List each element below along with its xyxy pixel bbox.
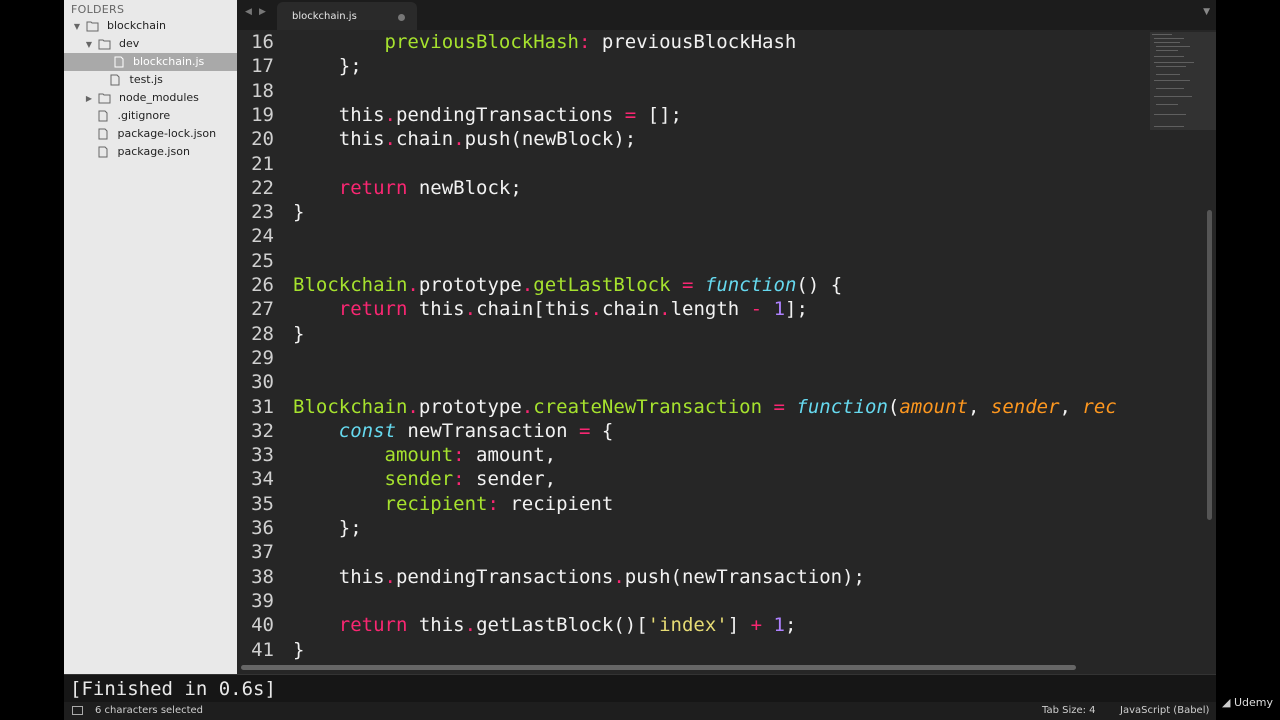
line-number: 39	[251, 589, 274, 612]
editor-window: FOLDERS ▼ blockchain ▼ dev blockchain.js…	[64, 0, 1216, 720]
line-number: 32	[251, 419, 274, 442]
tab-dropdown-icon[interactable]: ▼	[1203, 7, 1210, 17]
tree-item-label: blockchain	[107, 19, 166, 32]
tree-file-blockchain-js[interactable]: blockchain.js	[64, 53, 237, 71]
line-number: 18	[251, 79, 274, 102]
tree-item-label: blockchain.js	[133, 55, 205, 68]
line-number: 25	[251, 249, 274, 272]
tab-blockchain-js[interactable]: blockchain.js	[277, 2, 417, 30]
line-number: 40	[251, 614, 274, 637]
tab-bar: ◀ ▶ blockchain.js ▼	[237, 0, 1216, 30]
code-line[interactable]: const newTransaction = {	[293, 420, 614, 442]
build-output-panel: [Finished in 0.6s]	[64, 674, 1216, 703]
line-number: 24	[251, 225, 274, 248]
watermark-text: Udemy	[1233, 696, 1273, 709]
file-icon	[108, 74, 122, 86]
status-bar: 6 characters selected Tab Size: 4 JavaSc…	[64, 702, 1216, 720]
code-line[interactable]: previousBlockHash: previousBlockHash	[293, 31, 797, 53]
file-icon	[96, 128, 110, 140]
horizontal-scrollbar[interactable]	[241, 665, 1076, 670]
file-icon	[96, 146, 110, 158]
line-number: 41	[251, 638, 274, 661]
udemy-logo-icon: ◢	[1222, 696, 1231, 709]
code-line[interactable]: Blockchain.prototype.createNewTransactio…	[293, 396, 1117, 418]
unsaved-dot-icon[interactable]	[398, 14, 405, 21]
code-line[interactable]: Blockchain.prototype.getLastBlock = func…	[293, 274, 842, 296]
tree-item-label: dev	[119, 37, 140, 50]
minimap-preview	[1150, 32, 1216, 130]
sidebar-header: FOLDERS	[71, 3, 125, 16]
chevron-down-icon[interactable]: ▼	[84, 36, 94, 54]
nav-forward-icon[interactable]: ▶	[259, 7, 266, 17]
line-number: 23	[251, 201, 274, 224]
folder-open-icon	[86, 20, 100, 32]
code-editor[interactable]: 16 17 18 19 20 21 22 23 24 25 26 27 28 29 30 31 32 33 34 35…	[237, 30, 1216, 674]
tree-file-test-js[interactable]: test.js	[108, 71, 163, 89]
chevron-right-icon[interactable]: ▶	[84, 90, 94, 108]
line-number: 36	[251, 517, 274, 539]
code-line[interactable]: this.pendingTransactions.push(newTransac…	[293, 566, 865, 588]
line-number: 17	[251, 55, 274, 78]
line-number: 33	[251, 444, 274, 467]
tree-folder-blockchain[interactable]: ▼ blockchain	[72, 17, 166, 35]
code-line[interactable]: }	[293, 323, 304, 345]
panel-toggle-icon[interactable]	[72, 705, 83, 715]
udemy-watermark: ◢ Udemy	[1222, 696, 1273, 709]
folder-open-icon	[98, 38, 112, 50]
nav-back-icon[interactable]: ◀	[245, 7, 252, 17]
selection-count: 6 characters selected	[95, 705, 204, 716]
code-line[interactable]: };	[293, 517, 362, 539]
tree-file-package-json[interactable]: package.json	[96, 143, 190, 161]
tree-item-label: test.js	[129, 73, 163, 86]
tree-folder-node-modules[interactable]: ▶ node_modules	[84, 89, 199, 107]
line-number: 34	[251, 468, 274, 491]
build-output-text: [Finished in 0.6s]	[70, 678, 276, 700]
line-number: 29	[251, 346, 274, 369]
status-selection: 6 characters selected	[72, 702, 203, 720]
file-icon	[112, 56, 126, 68]
code-line[interactable]: this.pendingTransactions = [];	[293, 104, 682, 126]
code-line[interactable]: this.chain.push(newBlock);	[293, 128, 636, 150]
file-icon	[96, 110, 110, 122]
code-line[interactable]: return this.chain[this.chain.length - 1]…	[293, 298, 808, 320]
tree-item-label: package.json	[117, 145, 190, 158]
line-number: 26	[251, 274, 274, 296]
code-line[interactable]: return this.getLastBlock()['index'] + 1;	[293, 614, 797, 636]
tree-folder-dev[interactable]: ▼ dev	[84, 35, 139, 53]
line-number: 22	[251, 176, 274, 199]
syntax-indicator[interactable]: JavaScript (Babel)	[1120, 702, 1209, 720]
tree-item-label: package-lock.json	[117, 127, 217, 140]
code-line[interactable]: return newBlock;	[293, 177, 522, 199]
chevron-down-icon[interactable]: ▼	[72, 18, 82, 36]
code-line[interactable]: };	[293, 55, 362, 77]
line-number: 16	[251, 31, 274, 53]
line-number: 31	[251, 395, 274, 418]
tree-file-gitignore[interactable]: .gitignore	[96, 107, 170, 125]
line-number: 35	[251, 492, 274, 515]
line-number: 38	[251, 565, 274, 588]
line-number: 28	[251, 322, 274, 345]
code-line[interactable]: }	[293, 639, 304, 661]
code-line[interactable]: sender: sender,	[293, 468, 557, 490]
code-line[interactable]: }	[293, 201, 304, 223]
line-number: 19	[251, 103, 274, 126]
line-number: 20	[251, 128, 274, 151]
line-number: 30	[251, 371, 274, 394]
sidebar: FOLDERS ▼ blockchain ▼ dev blockchain.js…	[64, 0, 237, 674]
line-number: 37	[251, 541, 274, 564]
line-number: 21	[251, 152, 274, 175]
code-line[interactable]: amount: amount,	[293, 444, 557, 466]
tab-size-indicator[interactable]: Tab Size: 4	[1042, 702, 1096, 720]
tree-file-package-lock-json[interactable]: package-lock.json	[96, 125, 216, 143]
line-number: 27	[251, 298, 274, 321]
code-line[interactable]: recipient: recipient	[293, 493, 614, 515]
vertical-scrollbar[interactable]	[1207, 210, 1212, 520]
tab-label: blockchain.js	[292, 11, 357, 22]
folder-icon	[98, 92, 112, 104]
tree-item-label: .gitignore	[117, 109, 171, 122]
tree-item-label: node_modules	[119, 91, 199, 104]
